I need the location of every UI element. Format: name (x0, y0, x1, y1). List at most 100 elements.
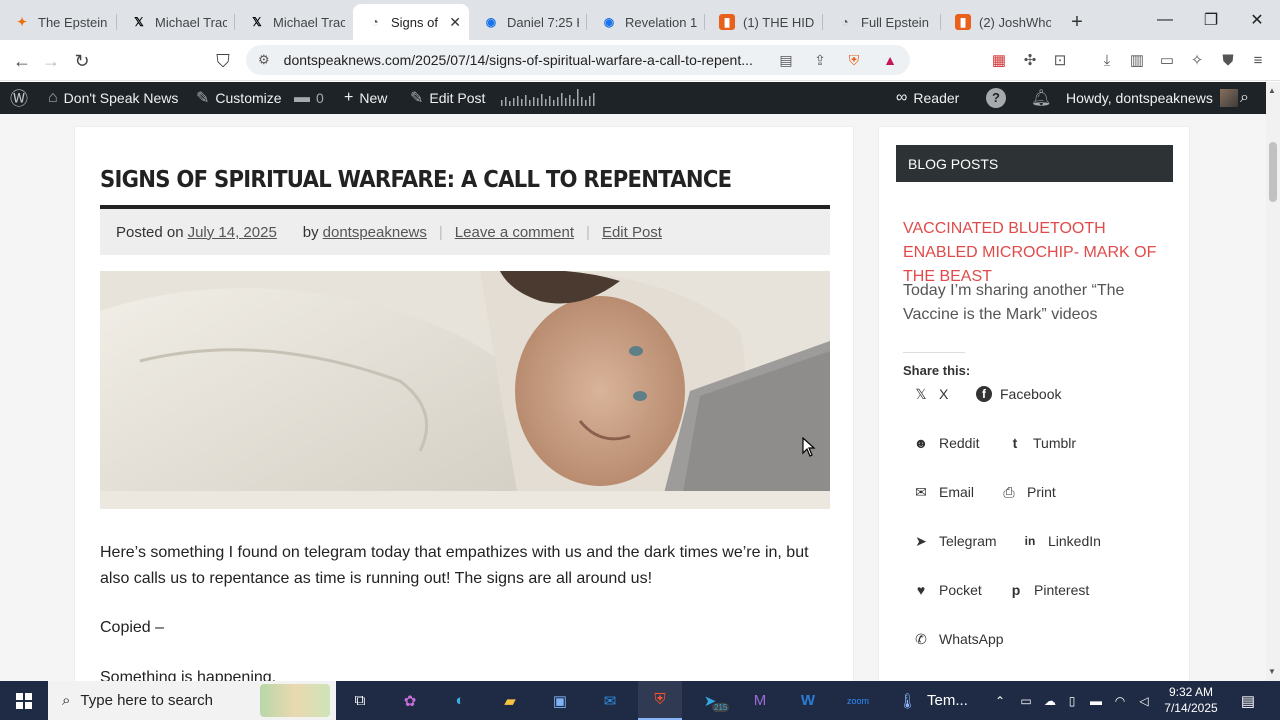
menu-icon[interactable]: ≡ (1247, 49, 1269, 71)
share-icon[interactable]: ⇪ (810, 50, 830, 70)
share-x-button[interactable]: 𝕏X (911, 379, 948, 409)
search-placeholder: Type here to search (80, 692, 213, 709)
stats-sparkline[interactable] (501, 82, 599, 114)
task-view-icon[interactable]: ⧉ (338, 681, 382, 720)
restore-button[interactable]: ❐ (1188, 0, 1234, 40)
share-telegram-button[interactable]: ➤ Telegram (911, 526, 997, 556)
tab-the-epstein[interactable]: ✦ The Epstein (0, 4, 117, 40)
sidebar-post-excerpt: Today I’m sharing another “The Vaccine i… (903, 282, 1125, 323)
weather-widget[interactable]: 🌡︎ Tem... (898, 681, 978, 720)
reader-glasses-icon: ∞ (896, 89, 908, 106)
brave-icon[interactable]: ⛨ (638, 681, 682, 720)
file-explorer-icon[interactable]: ▰ (488, 681, 532, 720)
reload-button[interactable]: ↻ (69, 48, 95, 74)
share-label: Telegram (939, 533, 997, 549)
wallet-icon[interactable]: ▭ (1156, 49, 1178, 71)
tab-daniel[interactable]: ◉ Daniel 7:25 H (469, 4, 587, 40)
usb-icon[interactable]: ▯ (1062, 681, 1082, 720)
tab-michael-traci-1[interactable]: 𝕏 Michael Traci (117, 4, 235, 40)
start-button[interactable] (0, 681, 48, 720)
meta-edit-post-link[interactable]: Edit Post (602, 224, 662, 241)
zoom-icon[interactable]: zoom (836, 681, 880, 720)
download-icon[interactable]: ⤓ (1096, 49, 1118, 71)
edit-post-link[interactable]: ✎ Edit Post (410, 82, 485, 114)
forward-button[interactable]: → (38, 48, 64, 74)
tab-revelation[interactable]: ◉ Revelation 1: (587, 4, 705, 40)
tab-the-hidd[interactable]: ▮ (1) THE HIDD (705, 4, 823, 40)
share-label: LinkedIn (1048, 533, 1101, 549)
tab-michael-traci-2[interactable]: 𝕏 Michael Traci (235, 4, 353, 40)
share-whatsapp-button[interactable]: ✆ WhatsApp (911, 624, 1004, 654)
new-content-link[interactable]: + New (344, 82, 387, 114)
author-link[interactable]: dontspeaknews (323, 224, 427, 241)
extension-icon[interactable]: ▦ (988, 49, 1010, 71)
leave-comment-link[interactable]: Leave a comment (455, 224, 574, 241)
scrollbar-thumb[interactable] (1269, 142, 1277, 202)
rewards-icon[interactable]: ▲ (880, 50, 900, 70)
tab-full-epstein[interactable]: ◔ Full Epstein C (823, 4, 941, 40)
post-date-link[interactable]: July 14, 2025 (188, 224, 277, 241)
comments-link[interactable]: ▬ 0 (294, 82, 324, 114)
close-tab-icon[interactable]: ✕ (449, 14, 461, 31)
scroll-down-icon[interactable]: ▼ (1268, 667, 1276, 676)
x-icon: 𝕏 (915, 385, 927, 402)
bookmark-page-icon[interactable]: ⛉ (210, 48, 236, 74)
tab-joshwho[interactable]: ▮ (2) JoshWho (941, 4, 1059, 40)
scroll-up-icon[interactable]: ▲ (1268, 86, 1276, 95)
vpn-icon[interactable]: ⛊ (1217, 49, 1239, 71)
share-reddit-button[interactable]: ☻ Reddit (911, 428, 980, 458)
teams-icon[interactable]: M (738, 681, 782, 720)
share-email-button[interactable]: ✉ Email (911, 477, 974, 507)
store-icon[interactable]: ▣ (538, 681, 582, 720)
notifications-icon[interactable]: ▤ (1236, 681, 1260, 720)
screenshot-icon[interactable]: ⊡ (1049, 49, 1071, 71)
leo-ai-icon[interactable]: ✧ (1186, 49, 1208, 71)
help-icon[interactable]: ? (986, 82, 1006, 114)
wordpress-logo-icon[interactable]: Ⓦ (10, 82, 28, 114)
clock[interactable]: 9:32 AM 7/14/2025 (1158, 684, 1224, 716)
share-facebook-button[interactable]: f Facebook (976, 379, 1061, 409)
word-icon[interactable]: W (786, 681, 830, 720)
account-menu[interactable]: Howdy, dontspeaknews (1066, 82, 1238, 114)
puzzle-icon[interactable]: ✣ (1019, 49, 1041, 71)
copilot-icon[interactable]: ✿ (388, 681, 432, 720)
new-tab-button[interactable]: + (1059, 4, 1095, 40)
sidebar-icon[interactable]: ▥ (1126, 49, 1148, 71)
customize-link[interactable]: ✎ Customize (196, 82, 282, 114)
wifi-icon[interactable]: ◠ (1110, 681, 1130, 720)
site-name-link[interactable]: ⌂ Don't Speak News (48, 82, 178, 114)
edit-post-label: Edit Post (429, 90, 486, 106)
minimize-button[interactable]: — (1142, 0, 1188, 40)
share-linkedin-button[interactable]: in LinkedIn (1020, 526, 1101, 556)
volume-icon[interactable]: ◁ (1134, 681, 1154, 720)
telegram-app-icon[interactable]: ➤ 215 (688, 681, 732, 720)
edge-icon[interactable]: ◐ (438, 681, 482, 720)
share-tumblr-button[interactable]: t Tumblr (1005, 428, 1076, 458)
telegram-icon: ➤ (915, 532, 927, 549)
reader-mode-icon[interactable]: ▤ (776, 50, 796, 70)
share-label: WhatsApp (939, 631, 1004, 647)
page-scrollbar[interactable]: ▲ ▼ (1266, 82, 1280, 681)
tray-chevron-icon[interactable]: ⌃ (990, 681, 1010, 720)
tab-label: Michael Traci (155, 14, 227, 30)
site-info-icon[interactable]: ⚙ (258, 52, 270, 68)
search-icon[interactable]: ⌕ (1240, 82, 1249, 114)
onedrive-icon[interactable]: ☁ (1040, 681, 1060, 720)
outlook-icon[interactable]: ✉ (588, 681, 632, 720)
share-pocket-button[interactable]: ♥ Pocket (911, 575, 982, 605)
taskbar-search[interactable]: ⌕ Type here to search (48, 681, 336, 720)
close-window-button[interactable]: ✕ (1234, 0, 1280, 40)
tab-signs-of[interactable]: ◔ Signs of ✕ (353, 4, 469, 40)
avatar (1219, 89, 1238, 107)
url-text[interactable]: dontspeaknews.com/2025/07/14/signs-of-sp… (284, 52, 764, 68)
address-bar[interactable]: ⚙ dontspeaknews.com/2025/07/14/signs-of-… (246, 45, 910, 75)
notifications-bell-icon[interactable]: 🔔︎ (1031, 82, 1051, 114)
battery-icon[interactable]: ▬ (1086, 681, 1106, 720)
share-pinterest-button[interactable]: p Pinterest (1006, 575, 1090, 605)
brave-shields-icon[interactable]: ⛨ (844, 50, 864, 70)
camera-icon[interactable]: ▭ (1016, 681, 1036, 720)
back-button[interactable]: ← (9, 48, 35, 74)
page-viewport: SIGNS OF SPIRITUAL WARFARE: A CALL TO RE… (0, 114, 1266, 681)
share-print-button[interactable]: ⎙ Print (999, 477, 1055, 507)
reader-link[interactable]: ∞ Reader (896, 82, 959, 114)
